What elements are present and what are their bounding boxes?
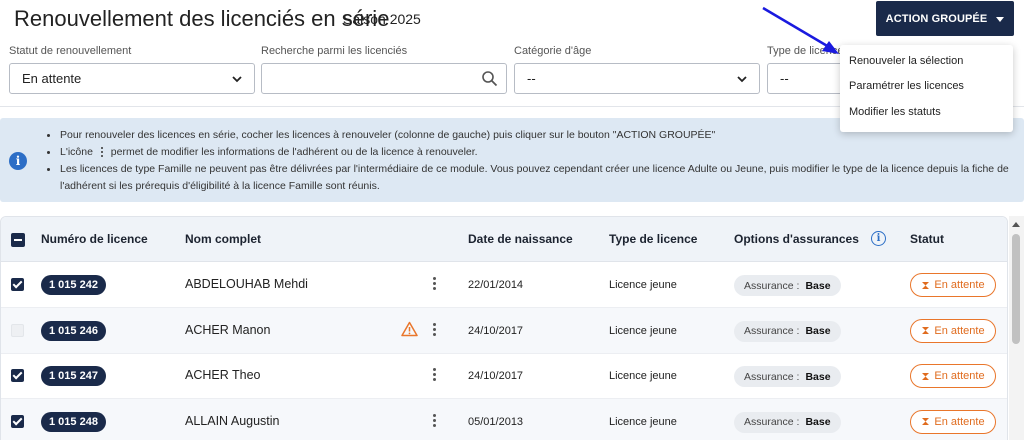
filter-categorie: Catégorie d'âge -- xyxy=(514,45,760,94)
assurance-chip: Assurance : Base xyxy=(734,366,841,387)
assurance-chip: Assurance : Base xyxy=(734,275,841,296)
header-statut[interactable]: Statut xyxy=(910,232,944,246)
statut-select[interactable]: En attente xyxy=(9,63,255,94)
kebab-menu-icon[interactable] xyxy=(431,322,437,339)
type-select-value: -- xyxy=(780,71,789,86)
filter-search: Recherche parmi les licenciés xyxy=(261,45,507,94)
licence-number-badge: 1 015 248 xyxy=(41,411,106,432)
licence-type: Licence jeune xyxy=(609,279,677,291)
row-checkbox xyxy=(11,323,24,337)
chevron-down-icon xyxy=(737,76,747,83)
table-row: 1 015 242 ABDELOUHAB Mehdi 22/01/2014 Licen… xyxy=(1,262,1007,308)
licence-number-badge: 1 015 242 xyxy=(41,275,106,295)
status-label: En attente xyxy=(934,415,985,428)
assurance-label: Assurance : xyxy=(744,279,800,292)
status-label: En attente xyxy=(934,279,985,291)
filter-statut: Statut de renouvellement En attente xyxy=(9,45,255,94)
status-badge[interactable]: En attente xyxy=(910,409,996,434)
page-title: Renouvellement des licenciés en série xyxy=(14,6,390,31)
assurance-value: Base xyxy=(805,325,831,337)
menu-item-parametrer[interactable]: Paramétrer les licences xyxy=(840,74,1013,100)
header-nom[interactable]: Nom complet xyxy=(185,232,261,246)
season-label: Saison 2025 xyxy=(343,11,421,27)
assurance-value: Base xyxy=(805,416,831,428)
hourglass-icon xyxy=(922,281,930,289)
assurance-label: Assurance : xyxy=(744,370,800,383)
scroll-up-icon[interactable] xyxy=(1012,222,1020,227)
full-name: ALLAIN Augustin xyxy=(185,413,280,428)
filter-categorie-label: Catégorie d'âge xyxy=(514,45,592,57)
licence-number-badge: 1 015 246 xyxy=(41,320,106,341)
birth-date: 05/01/2013 xyxy=(468,415,524,428)
header-numero[interactable]: Numéro de licence xyxy=(41,232,148,246)
table-row: 1 015 248 ALLAIN Augustin 05/01/2013 Licenc… xyxy=(1,398,1007,440)
menu-item-renouveler[interactable]: Renouveler la sélection xyxy=(840,48,1013,74)
kebab-icon xyxy=(100,145,103,159)
assurance-chip: Assurance : Base xyxy=(734,320,841,342)
licence-type: Licence jeune xyxy=(609,415,677,428)
search-input[interactable] xyxy=(261,63,507,94)
assurance-value: Base xyxy=(805,370,831,383)
scrollbar[interactable] xyxy=(1009,216,1024,440)
info-line-2-before: L'icône xyxy=(60,146,93,158)
chevron-down-icon xyxy=(232,76,242,83)
status-label: En attente xyxy=(934,370,985,382)
header-naissance[interactable]: Date de naissance xyxy=(468,232,573,246)
birth-date: 24/10/2017 xyxy=(468,324,524,337)
status-badge[interactable]: En attente xyxy=(910,364,996,388)
hourglass-icon xyxy=(922,372,930,380)
assurance-label: Assurance : xyxy=(744,416,800,428)
licence-type: Licence jeune xyxy=(609,370,677,382)
licence-number-badge: 1 015 247 xyxy=(41,366,106,386)
kebab-menu-icon[interactable] xyxy=(431,277,437,293)
assurance-value: Base xyxy=(805,279,831,292)
action-groupee-button[interactable]: ACTION GROUPÉE xyxy=(876,1,1014,36)
assurance-chip: Assurance : Base xyxy=(734,411,841,433)
select-all-checkbox[interactable] xyxy=(11,233,25,247)
action-groupee-menu: Renouveler la sélection Paramétrer les l… xyxy=(840,45,1013,132)
birth-date: 22/01/2014 xyxy=(468,279,524,291)
info-icon[interactable]: i xyxy=(871,231,886,246)
menu-item-modifier-statuts[interactable]: Modifier les statuts xyxy=(840,99,1013,125)
table-row: 1 015 246 ACHER Manon 24/10/2017 Licence je… xyxy=(1,307,1007,354)
kebab-menu-icon[interactable] xyxy=(431,413,437,430)
search-icon[interactable] xyxy=(481,70,498,87)
status-label: En attente xyxy=(934,324,985,337)
warning-icon[interactable] xyxy=(401,321,418,337)
full-name: ABDELOUHAB Mehdi xyxy=(185,277,308,291)
row-checkbox[interactable] xyxy=(11,414,24,428)
table-row: 1 015 247 ACHER Theo 24/10/2017 Licence jeu… xyxy=(1,353,1007,399)
assurance-label: Assurance : xyxy=(744,325,800,337)
filter-statut-label: Statut de renouvellement xyxy=(9,45,132,57)
caret-down-icon xyxy=(996,16,1005,22)
hourglass-icon xyxy=(922,327,930,334)
row-checkbox[interactable] xyxy=(11,369,24,382)
full-name: ACHER Theo xyxy=(185,368,261,382)
birth-date: 24/10/2017 xyxy=(468,370,524,382)
info-line-2-after: permet de modifier les informations de l… xyxy=(110,146,478,158)
info-icon: i xyxy=(9,152,27,170)
status-badge[interactable]: En attente xyxy=(910,318,996,343)
action-groupee-label: ACTION GROUPÉE xyxy=(885,12,988,25)
row-checkbox[interactable] xyxy=(11,278,24,291)
filter-search-label: Recherche parmi les licenciés xyxy=(261,45,408,57)
table-header: Numéro de licence Nom complet Date de na… xyxy=(1,217,1007,262)
info-line-2: L'icône permet de modifier les informati… xyxy=(46,144,1014,161)
page-header: Renouvellement des licenciés en série Sa… xyxy=(0,0,1024,44)
header-options[interactable]: Options d'assurances xyxy=(734,232,859,246)
info-list: Pour renouveler des licences en série, c… xyxy=(46,127,1014,195)
licences-table: Numéro de licence Nom complet Date de na… xyxy=(0,216,1008,440)
kebab-menu-icon[interactable] xyxy=(431,368,437,384)
categorie-select-value: -- xyxy=(527,71,536,86)
full-name: ACHER Manon xyxy=(185,322,271,337)
categorie-select[interactable]: -- xyxy=(514,63,760,94)
licence-type: Licence jeune xyxy=(609,324,677,337)
hourglass-icon xyxy=(922,418,930,425)
status-badge[interactable]: En attente xyxy=(910,273,996,297)
scroll-thumb[interactable] xyxy=(1012,234,1020,344)
header-type[interactable]: Type de licence xyxy=(609,232,697,246)
statut-select-value: En attente xyxy=(22,71,82,86)
info-line-3: Les licences de type Famille ne peuvent … xyxy=(46,161,1014,195)
